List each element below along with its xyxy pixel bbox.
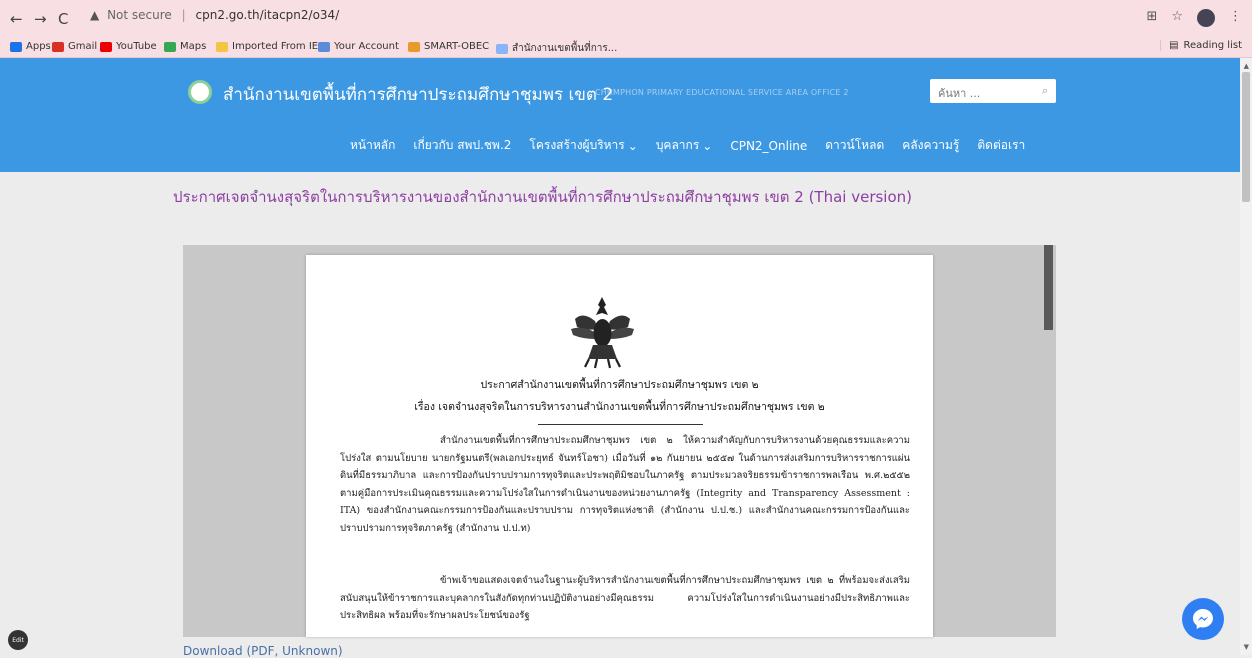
document-heading: ประกาศสำนักงานเขตพื้นที่การศึกษาประถมศึก…	[306, 376, 933, 393]
more-menu-icon[interactable]: ⋮	[1229, 9, 1242, 27]
site-title[interactable]: สำนักงานเขตพื้นที่การศึกษาประถมศึกษาชุมพ…	[223, 81, 613, 108]
bookmark-smart-obec[interactable]: SMART-OBEC	[408, 41, 489, 52]
bookmark-label: SMART-OBEC	[424, 41, 489, 52]
menu-item-structure[interactable]: โครงสร้างผู้บริหาร ⌄	[529, 136, 637, 155]
bookmark-label: YouTube	[116, 41, 157, 52]
search-icon[interactable]: ⌕	[1042, 84, 1048, 98]
menu-label: คลังความรู้	[902, 136, 959, 155]
document-paragraph: สำนักงานเขตพื้นที่การศึกษาประถมศึกษาชุมพ…	[340, 432, 910, 566]
bookmark-label: Apps	[26, 41, 51, 52]
download-link[interactable]: Download (PDF, Unknown)	[183, 644, 343, 658]
menu-label: เกี่ยวกับ สพป.ชพ.2	[413, 136, 511, 155]
bookmark-apps[interactable]: Apps	[10, 41, 51, 52]
divider	[538, 424, 703, 425]
site-header: สำนักงานเขตพื้นที่การศึกษาประถมศึกษาชุมพ…	[0, 58, 1240, 172]
bookmark-label: Gmail	[68, 41, 97, 52]
bookmark-gmail[interactable]: Gmail	[52, 41, 97, 52]
youtube-icon	[100, 42, 112, 52]
translate-icon[interactable]: ⊞	[1146, 9, 1157, 27]
messenger-chat-button[interactable]	[1182, 598, 1224, 640]
menu-label: ดาวน์โหลด	[825, 136, 884, 155]
bookmark-your-account[interactable]: Your Account	[318, 41, 399, 52]
page-title: ประกาศเจตจำนงสุจริตในการบริหารงานของสำนั…	[173, 185, 912, 209]
separator: |	[182, 8, 186, 22]
warning-icon: ▲	[90, 8, 99, 22]
menu-item-cpn2-online[interactable]: CPN2_Online	[730, 136, 807, 155]
url-text: cpn2.go.th/itacpn2/o34/	[196, 8, 340, 22]
bookmark-maps[interactable]: Maps	[164, 41, 206, 52]
site-icon	[496, 44, 508, 54]
account-icon	[318, 42, 330, 52]
scroll-up-arrow-icon[interactable]: ▲	[1244, 62, 1249, 70]
smart-obec-icon	[408, 42, 420, 52]
edit-button[interactable]: Edit	[8, 630, 28, 650]
chevron-down-icon: ⌄	[628, 139, 638, 153]
bookmark-imported-from-ie[interactable]: Imported From IE	[216, 41, 318, 52]
menu-label: ติดต่อเรา	[977, 136, 1025, 155]
menu-label: หน้าหลัก	[350, 136, 395, 155]
menu-item-knowledge[interactable]: คลังความรู้	[902, 136, 959, 155]
forward-arrow-icon[interactable]: →	[34, 10, 47, 28]
scrollbar-thumb[interactable]	[1242, 72, 1250, 202]
reading-list-icon: ▤	[1169, 40, 1178, 51]
menu-item-about[interactable]: เกี่ยวกับ สพป.ชพ.2	[413, 136, 511, 155]
pdf-viewer-scrollbar[interactable]	[1044, 245, 1053, 330]
menu-label: บุคลากร	[656, 136, 699, 155]
profile-avatar[interactable]	[1197, 9, 1215, 27]
site-subtitle: CHUMPHON PRIMARY EDUCATIONAL SERVICE ARE…	[595, 88, 849, 97]
apps-grid-icon	[10, 42, 22, 52]
search-placeholder: ค้นหา ...	[938, 87, 980, 100]
menu-item-personnel[interactable]: บุคลากร⌄	[656, 136, 713, 155]
back-arrow-icon[interactable]: ←	[10, 10, 23, 28]
bookmark-label: สำนักงานเขตพื้นที่การ...	[512, 41, 617, 56]
security-label: Not secure	[107, 8, 172, 22]
toolbar-actions: ⊞ ☆ ⋮	[1146, 9, 1242, 27]
menu-item-download[interactable]: ดาวน์โหลด	[825, 136, 884, 155]
reading-list-label: Reading list	[1184, 40, 1242, 51]
reload-icon[interactable]: C	[58, 10, 68, 28]
maps-icon	[164, 42, 176, 52]
messenger-icon	[1191, 607, 1215, 631]
search-input[interactable]: ค้นหา ... ⌕	[930, 79, 1056, 103]
bookmark-star-icon[interactable]: ☆	[1171, 9, 1183, 27]
bookmark-cpn2[interactable]: สำนักงานเขตพื้นที่การ...	[496, 41, 617, 56]
menu-item-contact[interactable]: ติดต่อเรา	[977, 136, 1025, 155]
menu-label: โครงสร้างผู้บริหาร	[529, 136, 624, 155]
bookmarks-bar: Apps Gmail YouTube Maps Imported From IE…	[0, 36, 1252, 58]
document-subject: เรื่อง เจตจำนงสุจริตในการบริหารงานสำนักง…	[306, 398, 933, 415]
chevron-down-icon: ⌄	[702, 139, 712, 153]
menu-label: CPN2_Online	[730, 139, 807, 153]
address-bar[interactable]: ▲ Not secure | cpn2.go.th/itacpn2/o34/	[90, 8, 1070, 28]
site-logo[interactable]	[188, 80, 212, 104]
main-menu: หน้าหลัก เกี่ยวกับ สพป.ชพ.2 โครงสร้างผู้…	[350, 136, 1025, 155]
browser-toolbar: ← → C ▲ Not secure | cpn2.go.th/itacpn2/…	[0, 0, 1252, 36]
folder-icon	[216, 42, 228, 52]
garuda-emblem-icon	[565, 293, 640, 371]
bookmark-label: Your Account	[334, 41, 399, 52]
reading-list-button[interactable]: ▤ Reading list	[1160, 40, 1242, 51]
menu-item-home[interactable]: หน้าหลัก	[350, 136, 395, 155]
bookmark-label: Imported From IE	[232, 41, 318, 52]
bookmark-youtube[interactable]: YouTube	[100, 41, 157, 52]
bookmark-label: Maps	[180, 41, 206, 52]
gmail-icon	[52, 42, 64, 52]
document-paragraph: ข้าพเจ้าขอแสดงเจตจำนงในฐานะผู้บริหารสำนั…	[340, 572, 910, 637]
scroll-down-arrow-icon[interactable]: ▼	[1244, 643, 1249, 651]
